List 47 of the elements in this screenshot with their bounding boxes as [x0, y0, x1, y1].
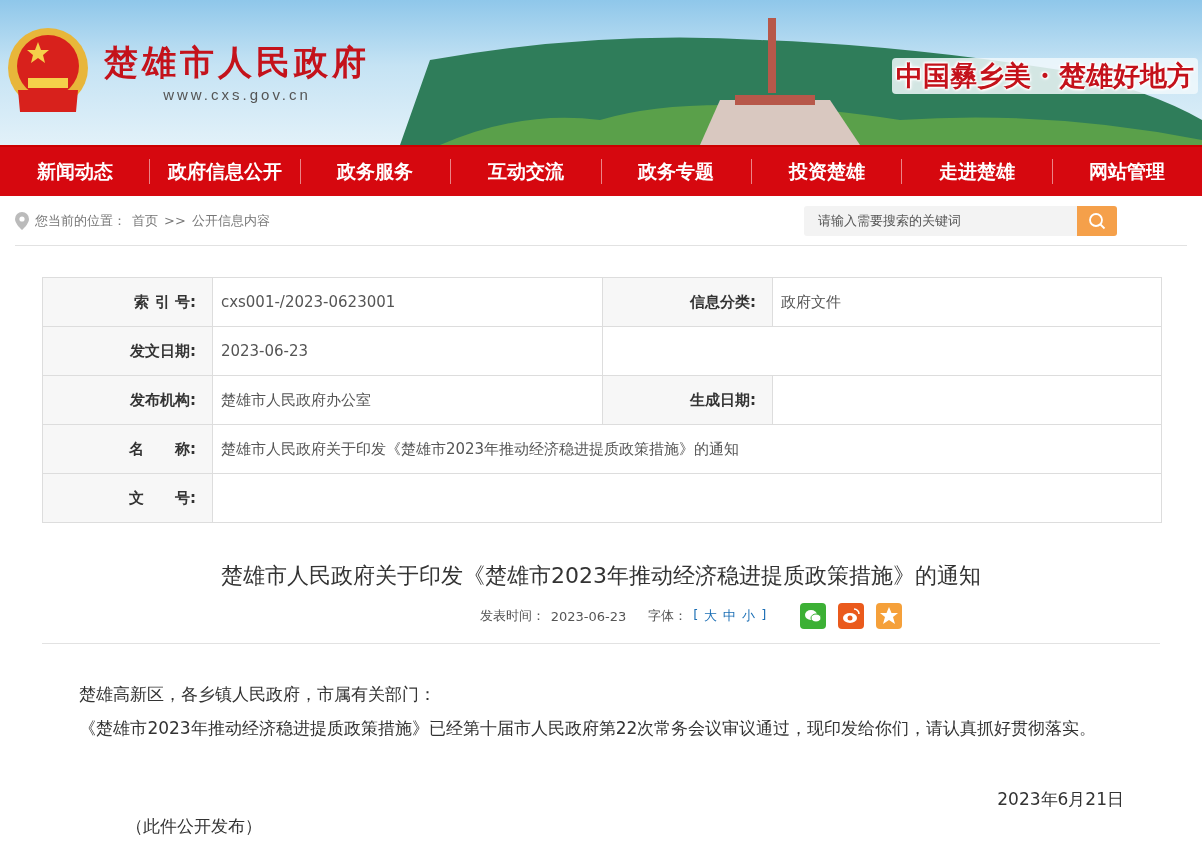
breadcrumb-link[interactable]: 公开信息内容 — [191, 211, 270, 230]
body-paragraph: 楚雄高新区，各乡镇人民政府，市属有关部门： — [78, 683, 438, 706]
location-pin-icon — [15, 211, 29, 230]
site-name: 楚雄市人民政府 — [104, 40, 370, 84]
field-value: cxs001-/2023-0623001 — [212, 277, 603, 327]
nav-item[interactable]: 互动交流 — [451, 147, 601, 196]
body-paragraph: 《楚雄市2023年推动经济稳进提质政策措施》已经第十届市人民政府第22次常务会议审议通过，现印发给你们，请认真抓好贯彻落实。 — [78, 717, 1098, 740]
eye-logo-icon[interactable] — [838, 603, 865, 629]
font-size-label: 字体： — [648, 607, 688, 625]
field-value: 政府文件 — [772, 277, 1162, 327]
field-value: 楚雄市人民政府关于印发《楚雄市2023年推动经济稳进提质政策措施》的通知 — [212, 424, 1162, 474]
breadcrumb-link[interactable]: 首页 — [132, 211, 158, 230]
field-value: 楚雄市人民政府办公室 — [212, 375, 603, 425]
nav-item[interactable]: 网站管理 — [1052, 147, 1202, 196]
bracket: [ — [693, 607, 699, 624]
search-field[interactable]: 请输入需要搜索的关键词 — [804, 205, 1077, 236]
search-icon — [1088, 211, 1106, 230]
search-button[interactable] — [1077, 205, 1117, 236]
bracket: ] — [761, 607, 767, 624]
nav-item[interactable]: 新闻动态 — [0, 147, 150, 196]
nav-item[interactable]: 政府信息公开 — [150, 147, 300, 196]
nav-item[interactable]: 投资楚雄 — [751, 147, 902, 196]
field-label: 发文日期: — [42, 326, 213, 376]
field-label: 索 引 号: — [42, 277, 213, 327]
breadcrumb-separator: >> — [164, 213, 186, 228]
emblem-icon — [6, 28, 90, 114]
nav-item[interactable]: 政务专题 — [601, 147, 751, 196]
release-note: （此件公开发布） — [126, 815, 263, 837]
font-size-link[interactable]: 中 — [723, 607, 737, 625]
nav-item[interactable]: 走进楚雄 — [902, 147, 1052, 196]
nav-item[interactable]: 政务服务 — [300, 147, 451, 196]
publish-date: 2023-06-23 — [550, 608, 627, 624]
document-date: 2023年6月21日 — [996, 788, 1125, 811]
field-value: 2023-06-23 — [212, 326, 603, 376]
font-size-link[interactable]: 小 — [742, 607, 756, 625]
field-label: 文 号: — [42, 473, 213, 523]
font-size-link[interactable]: 大 — [704, 607, 718, 625]
publish-label: 发表时间： — [479, 607, 545, 625]
site-url: www.cxs.gov.cn — [163, 85, 311, 103]
field-label: 信息分类: — [602, 277, 773, 327]
field-label: 生成日期: — [602, 375, 773, 425]
field-label: 发布机构: — [42, 375, 213, 425]
breadcrumb-label: 您当前的位置： — [35, 211, 126, 230]
chat-bubbles-icon[interactable] — [800, 603, 827, 629]
article-title: 楚雄市人民政府关于印发《楚雄市2023年推动经济稳进提质政策措施》的通知 — [220, 562, 982, 590]
slogan: 中国彝乡美 · 楚雄好地方 — [891, 58, 1198, 94]
field-label: 名 称: — [42, 424, 213, 474]
